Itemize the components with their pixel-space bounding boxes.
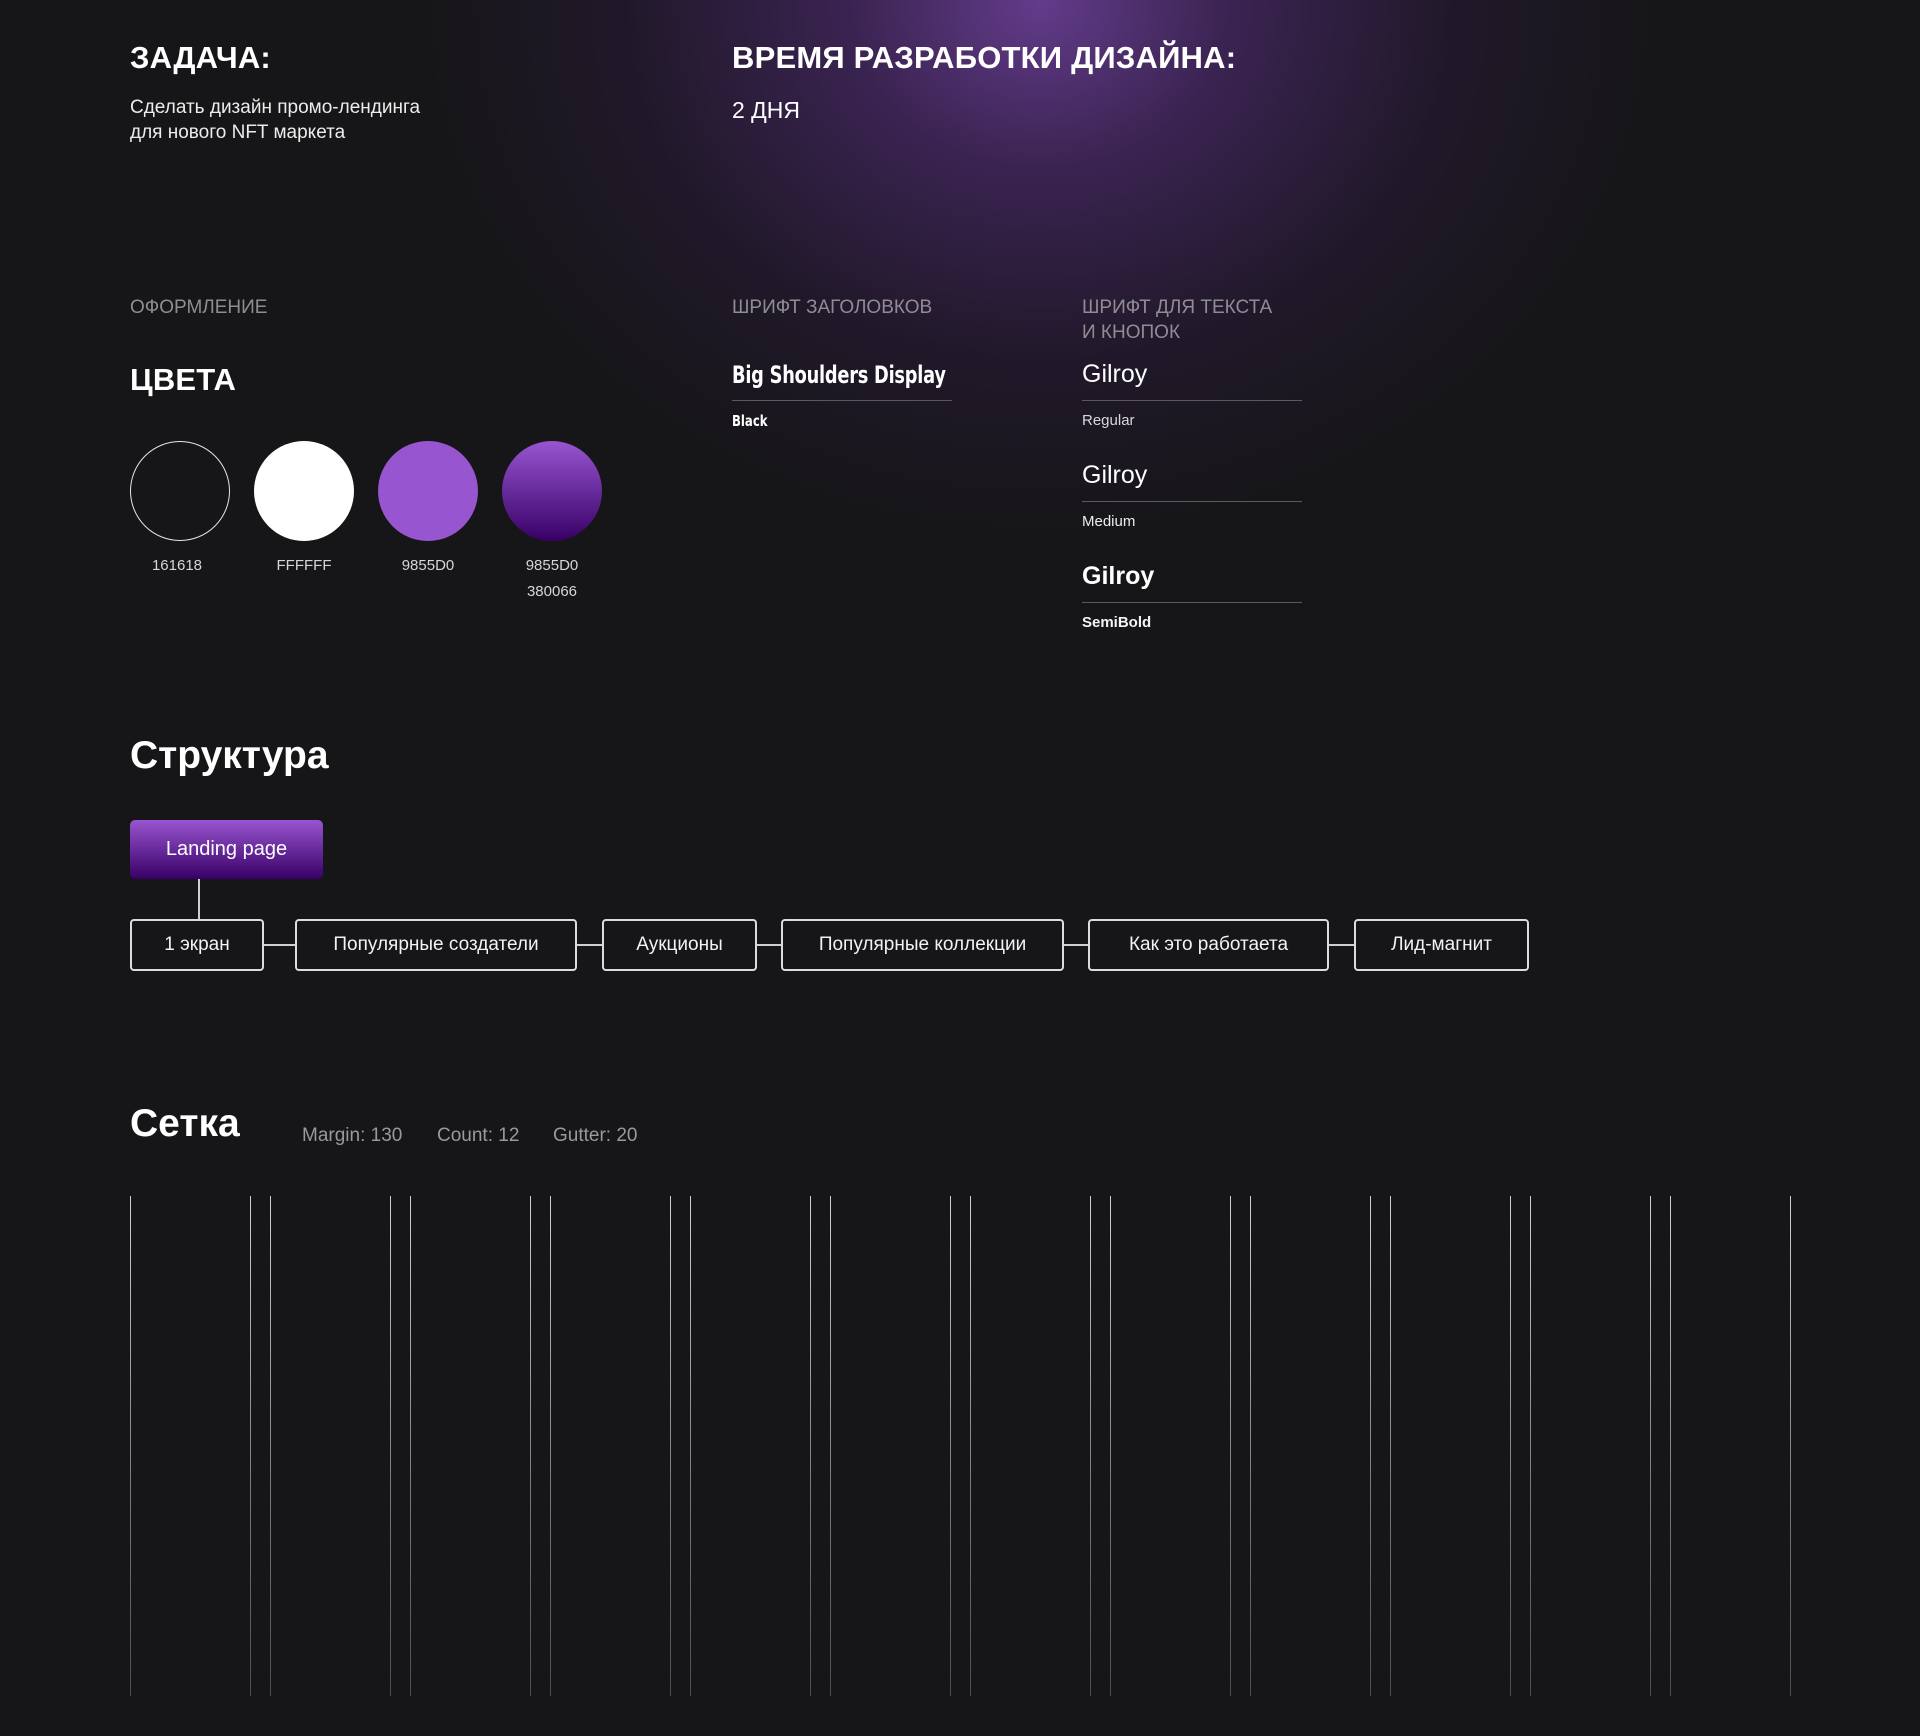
layout-grid [130,1196,1791,1696]
grid-gutter-text: Gutter: 20 [553,1125,638,1146]
heading-font-style: Black [732,412,768,430]
structure-node-first-screen[interactable]: 1 экран [130,919,264,971]
design-time-value: 2 ДНЯ [732,97,800,123]
grid-column-end-line [1090,1196,1091,1696]
structure-node-auctions[interactable]: Аукционы [602,919,757,971]
color-label-dark: 161618 [151,557,203,574]
color-swatch-dark [130,441,230,541]
node-connector [1329,944,1354,946]
grid-column-start-line [1530,1196,1531,1696]
heading-font-name: Big Shoulders Display [732,361,946,389]
text-font-medium-style: Medium [1082,513,1136,530]
color-swatch-purple [378,441,478,541]
grid-column-end-line [670,1196,671,1696]
text-font-medium-divider [1082,501,1302,502]
grid-column-end-line [1230,1196,1231,1696]
grid-column-start-line [550,1196,551,1696]
grid-column-start-line [1110,1196,1111,1696]
text-font-label: ШРИФТ ДЛЯ ТЕКСТА И КНОПОК [1082,295,1342,345]
structure-node-popular-collections[interactable]: Популярные коллекции [781,919,1064,971]
grid-column-end-line [1790,1196,1791,1696]
grid-column-end-line [810,1196,811,1696]
structure-node-lead-magnet[interactable]: Лид-магнит [1354,919,1529,971]
grid-column-end-line [1370,1196,1371,1696]
grid-column-end-line [530,1196,531,1696]
task-description-line-2: для нового NFT маркета [130,122,346,143]
text-font-regular-style: Regular [1082,412,1135,429]
text-font-semibold-name: Gilroy [1082,562,1155,590]
task-description-line-1: Сделать дизайн промо-лендинга [130,97,421,118]
grid-column-end-line [950,1196,951,1696]
node-connector [1064,944,1088,946]
colors-title: ЦВЕТА [130,362,237,397]
text-font-semibold-divider [1082,602,1302,603]
grid-column-end-line [390,1196,391,1696]
structure-title: Структура [130,734,329,777]
node-connector [264,944,295,946]
structure-node-popular-creators[interactable]: Популярные создатели [295,919,577,971]
landing-page-node[interactable]: Landing page [130,820,323,879]
grid-column-start-line [690,1196,691,1696]
grid-column-start-line [1250,1196,1251,1696]
color-label-purple: 9855D0 [401,557,455,574]
heading-font-label: ШРИФТ ЗАГОЛОВКОВ [732,297,933,318]
color-label-white: FFFFFF [276,557,332,574]
grid-column-start-line [1390,1196,1391,1696]
node-connector [577,944,602,946]
color-swatch-gradient [502,441,602,541]
color-label-gradient-start: 9855D0 [525,557,579,574]
background-glow [430,0,1650,530]
grid-column-end-line [250,1196,251,1696]
color-label-gradient-end: 380066 [526,583,578,600]
text-font-semibold-style: SemiBold [1082,614,1152,631]
design-time-title: ВРЕМЯ РАЗРАБОТКИ ДИЗАЙНА: [732,40,1237,75]
text-font-regular-name: Gilroy [1082,360,1148,388]
node-connector [757,944,781,946]
text-font-regular-divider [1082,400,1302,401]
task-description: Сделать дизайн промо-лендинга для нового… [130,95,510,145]
design-section-label: ОФОРМЛЕНИЕ [130,297,268,318]
grid-count-text: Count: 12 [437,1125,520,1146]
grid-column-start-line [830,1196,831,1696]
text-font-medium-name: Gilroy [1082,461,1148,489]
text-font-label-line-2: И КНОПОК [1082,322,1181,343]
grid-column-end-line [1650,1196,1651,1696]
grid-column-end-line [1510,1196,1511,1696]
grid-margin-text: Margin: 130 [302,1125,403,1146]
heading-font-divider [732,400,952,401]
task-title: ЗАДАЧА: [130,40,271,75]
color-swatch-white [254,441,354,541]
grid-title: Сетка [130,1102,240,1145]
structure-node-how-it-works[interactable]: Как это работаета [1088,919,1329,971]
grid-column-start-line [970,1196,971,1696]
root-connector [198,879,200,919]
text-font-label-line-1: ШРИФТ ДЛЯ ТЕКСТА [1082,297,1273,318]
grid-column-start-line [270,1196,271,1696]
grid-column-start-line [410,1196,411,1696]
grid-column-start-line [1670,1196,1671,1696]
grid-column-start-line [130,1196,131,1696]
